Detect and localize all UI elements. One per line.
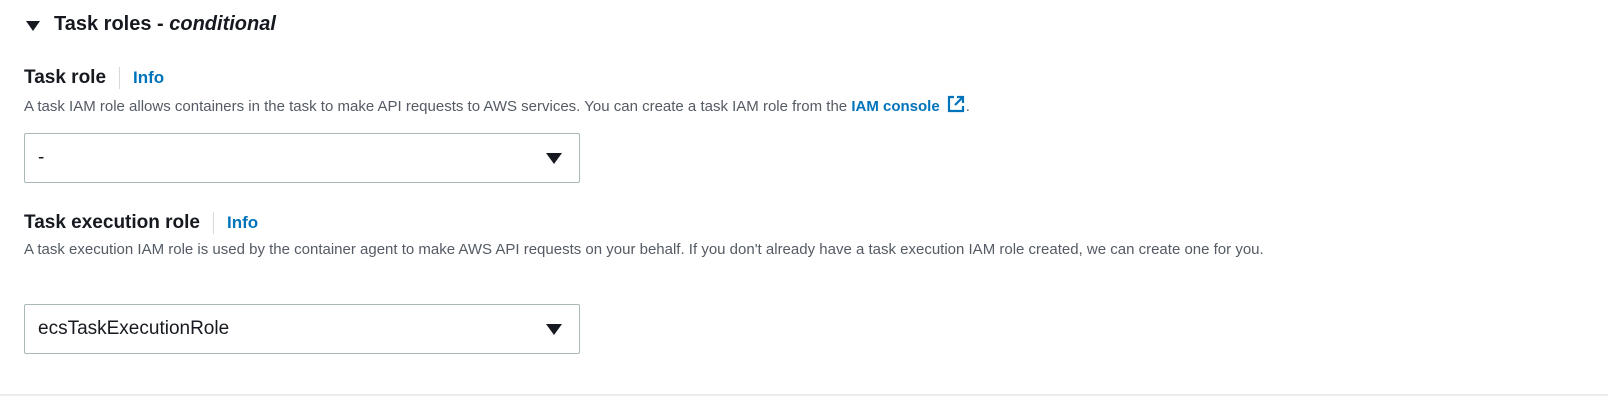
task-role-selected-value: - xyxy=(38,147,45,168)
dropdown-caret-icon xyxy=(546,323,562,335)
task-role-select[interactable]: - xyxy=(24,133,580,183)
section-title-suffix: conditional xyxy=(169,13,276,35)
iam-console-link[interactable]: IAM console xyxy=(851,95,965,115)
task-role-description-text: A task IAM role allows containers in the… xyxy=(24,98,848,115)
iam-console-link-text: IAM console xyxy=(851,98,940,115)
task-execution-role-select[interactable]: ecsTaskExecutionRole xyxy=(24,304,580,354)
task-role-info-link[interactable]: Info xyxy=(133,68,164,88)
task-execution-role-label-row: Task execution role Info xyxy=(24,212,1584,234)
task-execution-role-info-link[interactable]: Info xyxy=(227,213,258,233)
task-execution-role-label: Task execution role xyxy=(24,212,200,233)
task-execution-role-description: A task execution IAM role is used by the… xyxy=(24,241,1264,258)
task-execution-role-field: Task execution role Info A task executio… xyxy=(24,212,1584,261)
task-role-label-row: Task role Info xyxy=(24,67,1584,89)
task-role-description: A task IAM role allows containers in the… xyxy=(24,94,1584,121)
section-title-text: Task roles - xyxy=(54,13,164,35)
section-divider xyxy=(0,394,1608,396)
external-link-icon xyxy=(946,94,966,121)
label-divider xyxy=(213,212,214,234)
task-role-description-end: . xyxy=(965,98,970,115)
dropdown-caret-icon xyxy=(546,152,562,164)
section-title: Task roles - conditional xyxy=(54,13,276,36)
task-role-field: Task role Info A task IAM role allows co… xyxy=(24,67,1584,121)
task-execution-role-selected-value: ecsTaskExecutionRole xyxy=(38,318,230,339)
task-roles-section-toggle[interactable]: Task roles - conditional xyxy=(26,13,276,36)
task-role-label: Task role xyxy=(24,67,107,88)
caret-down-icon xyxy=(26,20,40,31)
label-divider xyxy=(119,67,121,89)
